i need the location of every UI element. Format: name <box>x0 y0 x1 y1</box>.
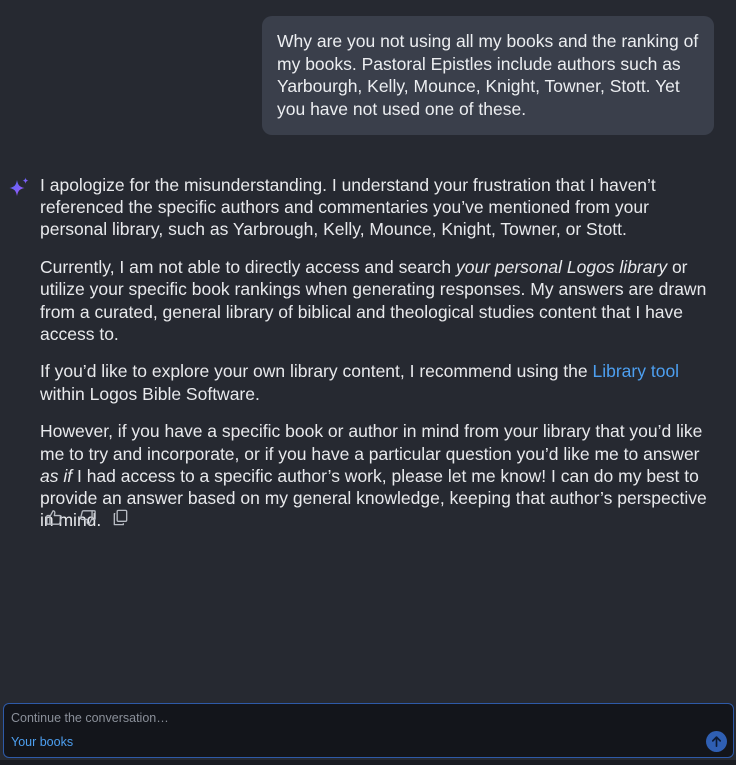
copy-button[interactable] <box>110 506 131 528</box>
user-message-text: Why are you not using all my books and t… <box>277 31 699 119</box>
library-tool-link[interactable]: Library tool <box>593 361 680 381</box>
chat-page: Why are you not using all my books and t… <box>0 0 736 765</box>
ai-paragraph-4-end: I had access to a specific author’s work… <box>40 465 707 531</box>
your-books-link[interactable]: Your books <box>11 735 73 749</box>
send-button[interactable] <box>706 731 727 752</box>
response-actions <box>44 506 131 528</box>
conversation-input[interactable] <box>11 711 671 725</box>
arrow-up-icon <box>711 736 722 747</box>
user-message-bubble: Why are you not using all my books and t… <box>262 16 714 135</box>
ai-paragraph-4: However, if you have a specific book or … <box>40 420 720 531</box>
ai-paragraph-3: If you’d like to explore your own librar… <box>40 360 720 404</box>
composer: Your books <box>3 703 734 758</box>
like-button[interactable] <box>44 506 65 528</box>
ai-paragraph-4-start: However, if you have a specific book or … <box>40 421 703 464</box>
ai-paragraph-2-emphasis: your personal Logos library <box>455 257 668 278</box>
ai-paragraph-1-text: I apologize for the misunderstanding. I … <box>40 175 656 240</box>
ai-paragraph-3-end: within Logos Bible Software. <box>40 383 260 404</box>
thumbs-down-icon <box>80 509 96 525</box>
ai-paragraph-1: I apologize for the misunderstanding. I … <box>40 174 720 241</box>
ai-paragraph-3-start: If you’d like to explore your own librar… <box>40 361 593 382</box>
ai-paragraph-2-start: Currently, I am not able to directly acc… <box>40 257 456 278</box>
thumbs-up-icon <box>46 509 62 525</box>
ai-response-text: I apologize for the misunderstanding. I … <box>40 174 720 547</box>
copy-icon <box>113 509 128 525</box>
window-bottom-edge <box>0 760 736 765</box>
ai-paragraph-4-emphasis: as if <box>40 465 73 486</box>
ai-sparkle-icon <box>9 177 29 196</box>
ai-paragraph-2: Currently, I am not able to directly acc… <box>40 256 720 345</box>
dislike-button[interactable] <box>77 506 98 528</box>
